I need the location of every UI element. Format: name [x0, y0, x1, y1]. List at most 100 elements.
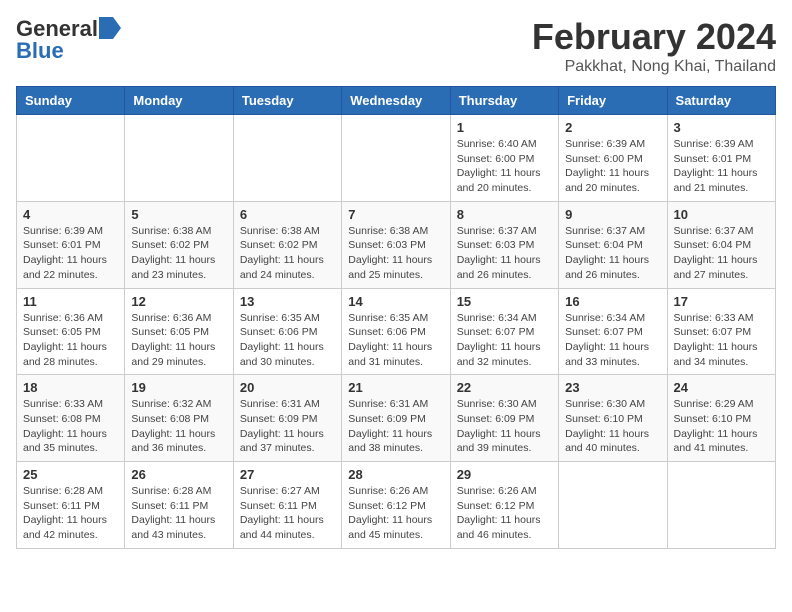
day-number: 5: [131, 207, 226, 222]
day-number: 7: [348, 207, 443, 222]
calendar-cell: 20 Sunrise: 6:31 AM Sunset: 6:09 PM Dayli…: [233, 375, 341, 462]
calendar-cell: [559, 462, 667, 549]
day-info: Sunrise: 6:33 AM Sunset: 6:08 PM Dayligh…: [23, 397, 118, 456]
day-number: 29: [457, 467, 552, 482]
day-info: Sunrise: 6:26 AM Sunset: 6:12 PM Dayligh…: [457, 484, 552, 543]
day-number: 16: [565, 294, 660, 309]
logo-icon: [99, 17, 121, 39]
day-number: 3: [674, 120, 769, 135]
calendar-week-row: 11 Sunrise: 6:36 AM Sunset: 6:05 PM Dayli…: [17, 288, 776, 375]
title-section: February 2024 Pakkhat, Nong Khai, Thaila…: [532, 16, 776, 76]
calendar-cell: 15 Sunrise: 6:34 AM Sunset: 6:07 PM Dayli…: [450, 288, 558, 375]
day-info: Sunrise: 6:37 AM Sunset: 6:04 PM Dayligh…: [565, 224, 660, 283]
subtitle: Pakkhat, Nong Khai, Thailand: [532, 58, 776, 76]
day-number: 21: [348, 380, 443, 395]
day-number: 14: [348, 294, 443, 309]
day-info: Sunrise: 6:37 AM Sunset: 6:03 PM Dayligh…: [457, 224, 552, 283]
day-info: Sunrise: 6:30 AM Sunset: 6:10 PM Dayligh…: [565, 397, 660, 456]
day-info: Sunrise: 6:39 AM Sunset: 6:01 PM Dayligh…: [23, 224, 118, 283]
day-info: Sunrise: 6:36 AM Sunset: 6:05 PM Dayligh…: [23, 311, 118, 370]
calendar-header-wednesday: Wednesday: [342, 87, 450, 115]
day-number: 11: [23, 294, 118, 309]
calendar-cell: 13 Sunrise: 6:35 AM Sunset: 6:06 PM Dayli…: [233, 288, 341, 375]
calendar-header-friday: Friday: [559, 87, 667, 115]
calendar-cell: 23 Sunrise: 6:30 AM Sunset: 6:10 PM Dayli…: [559, 375, 667, 462]
day-info: Sunrise: 6:27 AM Sunset: 6:11 PM Dayligh…: [240, 484, 335, 543]
day-number: 8: [457, 207, 552, 222]
day-info: Sunrise: 6:38 AM Sunset: 6:02 PM Dayligh…: [240, 224, 335, 283]
day-number: 25: [23, 467, 118, 482]
day-info: Sunrise: 6:37 AM Sunset: 6:04 PM Dayligh…: [674, 224, 769, 283]
calendar-cell: 29 Sunrise: 6:26 AM Sunset: 6:12 PM Dayli…: [450, 462, 558, 549]
calendar-cell: 5 Sunrise: 6:38 AM Sunset: 6:02 PM Daylig…: [125, 201, 233, 288]
day-info: Sunrise: 6:28 AM Sunset: 6:11 PM Dayligh…: [23, 484, 118, 543]
day-number: 18: [23, 380, 118, 395]
calendar-cell: [342, 115, 450, 202]
calendar-cell: 19Sunrise: 6:32 AM Sunset: 6:08 PM Dayli…: [125, 375, 233, 462]
logo-blue: Blue: [16, 38, 64, 64]
day-number: 20: [240, 380, 335, 395]
calendar-cell: 12 Sunrise: 6:36 AM Sunset: 6:05 PM Dayli…: [125, 288, 233, 375]
day-info: Sunrise: 6:31 AM Sunset: 6:09 PM Dayligh…: [240, 397, 335, 456]
page-header: General Blue February 2024 Pakkhat, Nong…: [16, 16, 776, 76]
day-number: 12: [131, 294, 226, 309]
day-info: Sunrise: 6:28 AM Sunset: 6:11 PM Dayligh…: [131, 484, 226, 543]
day-number: 13: [240, 294, 335, 309]
day-info: Sunrise: 6:38 AM Sunset: 6:03 PM Dayligh…: [348, 224, 443, 283]
calendar-cell: 24 Sunrise: 6:29 AM Sunset: 6:10 PM Dayli…: [667, 375, 775, 462]
day-number: 26: [131, 467, 226, 482]
calendar-header-saturday: Saturday: [667, 87, 775, 115]
calendar-cell: 16 Sunrise: 6:34 AM Sunset: 6:07 PM Dayli…: [559, 288, 667, 375]
day-info: Sunrise: 6:36 AM Sunset: 6:05 PM Dayligh…: [131, 311, 226, 370]
calendar-cell: 1Sunrise: 6:40 AM Sunset: 6:00 PM Daylig…: [450, 115, 558, 202]
calendar-cell: 9 Sunrise: 6:37 AM Sunset: 6:04 PM Daylig…: [559, 201, 667, 288]
day-number: 23: [565, 380, 660, 395]
calendar-cell: [667, 462, 775, 549]
day-info: Sunrise: 6:26 AM Sunset: 6:12 PM Dayligh…: [348, 484, 443, 543]
calendar-cell: 11 Sunrise: 6:36 AM Sunset: 6:05 PM Dayli…: [17, 288, 125, 375]
day-info: Sunrise: 6:35 AM Sunset: 6:06 PM Dayligh…: [348, 311, 443, 370]
day-number: 15: [457, 294, 552, 309]
calendar-header-sunday: Sunday: [17, 87, 125, 115]
day-info: Sunrise: 6:35 AM Sunset: 6:06 PM Dayligh…: [240, 311, 335, 370]
day-info: Sunrise: 6:40 AM Sunset: 6:00 PM Dayligh…: [457, 137, 552, 196]
calendar-cell: 22Sunrise: 6:30 AM Sunset: 6:09 PM Dayli…: [450, 375, 558, 462]
calendar-cell: 7 Sunrise: 6:38 AM Sunset: 6:03 PM Daylig…: [342, 201, 450, 288]
calendar-header-monday: Monday: [125, 87, 233, 115]
calendar-week-row: 1Sunrise: 6:40 AM Sunset: 6:00 PM Daylig…: [17, 115, 776, 202]
day-info: Sunrise: 6:32 AM Sunset: 6:08 PM Dayligh…: [131, 397, 226, 456]
day-number: 22: [457, 380, 552, 395]
calendar-header-tuesday: Tuesday: [233, 87, 341, 115]
calendar-cell: 8 Sunrise: 6:37 AM Sunset: 6:03 PM Daylig…: [450, 201, 558, 288]
calendar-week-row: 18 Sunrise: 6:33 AM Sunset: 6:08 PM Dayli…: [17, 375, 776, 462]
day-info: Sunrise: 6:39 AM Sunset: 6:00 PM Dayligh…: [565, 137, 660, 196]
calendar-cell: 28 Sunrise: 6:26 AM Sunset: 6:12 PM Dayli…: [342, 462, 450, 549]
logo: General Blue: [16, 16, 121, 64]
day-number: 10: [674, 207, 769, 222]
calendar-cell: [125, 115, 233, 202]
calendar-cell: 6Sunrise: 6:38 AM Sunset: 6:02 PM Daylig…: [233, 201, 341, 288]
day-number: 17: [674, 294, 769, 309]
day-info: Sunrise: 6:34 AM Sunset: 6:07 PM Dayligh…: [457, 311, 552, 370]
calendar-cell: 10 Sunrise: 6:37 AM Sunset: 6:04 PM Dayli…: [667, 201, 775, 288]
calendar-header-row: SundayMondayTuesdayWednesdayThursdayFrid…: [17, 87, 776, 115]
day-number: 9: [565, 207, 660, 222]
day-number: 24: [674, 380, 769, 395]
day-number: 28: [348, 467, 443, 482]
calendar-cell: 2 Sunrise: 6:39 AM Sunset: 6:00 PM Daylig…: [559, 115, 667, 202]
day-info: Sunrise: 6:29 AM Sunset: 6:10 PM Dayligh…: [674, 397, 769, 456]
day-info: Sunrise: 6:39 AM Sunset: 6:01 PM Dayligh…: [674, 137, 769, 196]
day-info: Sunrise: 6:34 AM Sunset: 6:07 PM Dayligh…: [565, 311, 660, 370]
calendar-cell: [233, 115, 341, 202]
calendar-cell: 14 Sunrise: 6:35 AM Sunset: 6:06 PM Dayli…: [342, 288, 450, 375]
calendar-week-row: 4Sunrise: 6:39 AM Sunset: 6:01 PM Daylig…: [17, 201, 776, 288]
day-number: 2: [565, 120, 660, 135]
main-title: February 2024: [532, 16, 776, 58]
day-info: Sunrise: 6:38 AM Sunset: 6:02 PM Dayligh…: [131, 224, 226, 283]
calendar-cell: 25 Sunrise: 6:28 AM Sunset: 6:11 PM Dayli…: [17, 462, 125, 549]
day-number: 27: [240, 467, 335, 482]
calendar-cell: 27 Sunrise: 6:27 AM Sunset: 6:11 PM Dayli…: [233, 462, 341, 549]
calendar-cell: 26 Sunrise: 6:28 AM Sunset: 6:11 PM Dayli…: [125, 462, 233, 549]
day-info: Sunrise: 6:31 AM Sunset: 6:09 PM Dayligh…: [348, 397, 443, 456]
calendar-cell: 3 Sunrise: 6:39 AM Sunset: 6:01 PM Daylig…: [667, 115, 775, 202]
